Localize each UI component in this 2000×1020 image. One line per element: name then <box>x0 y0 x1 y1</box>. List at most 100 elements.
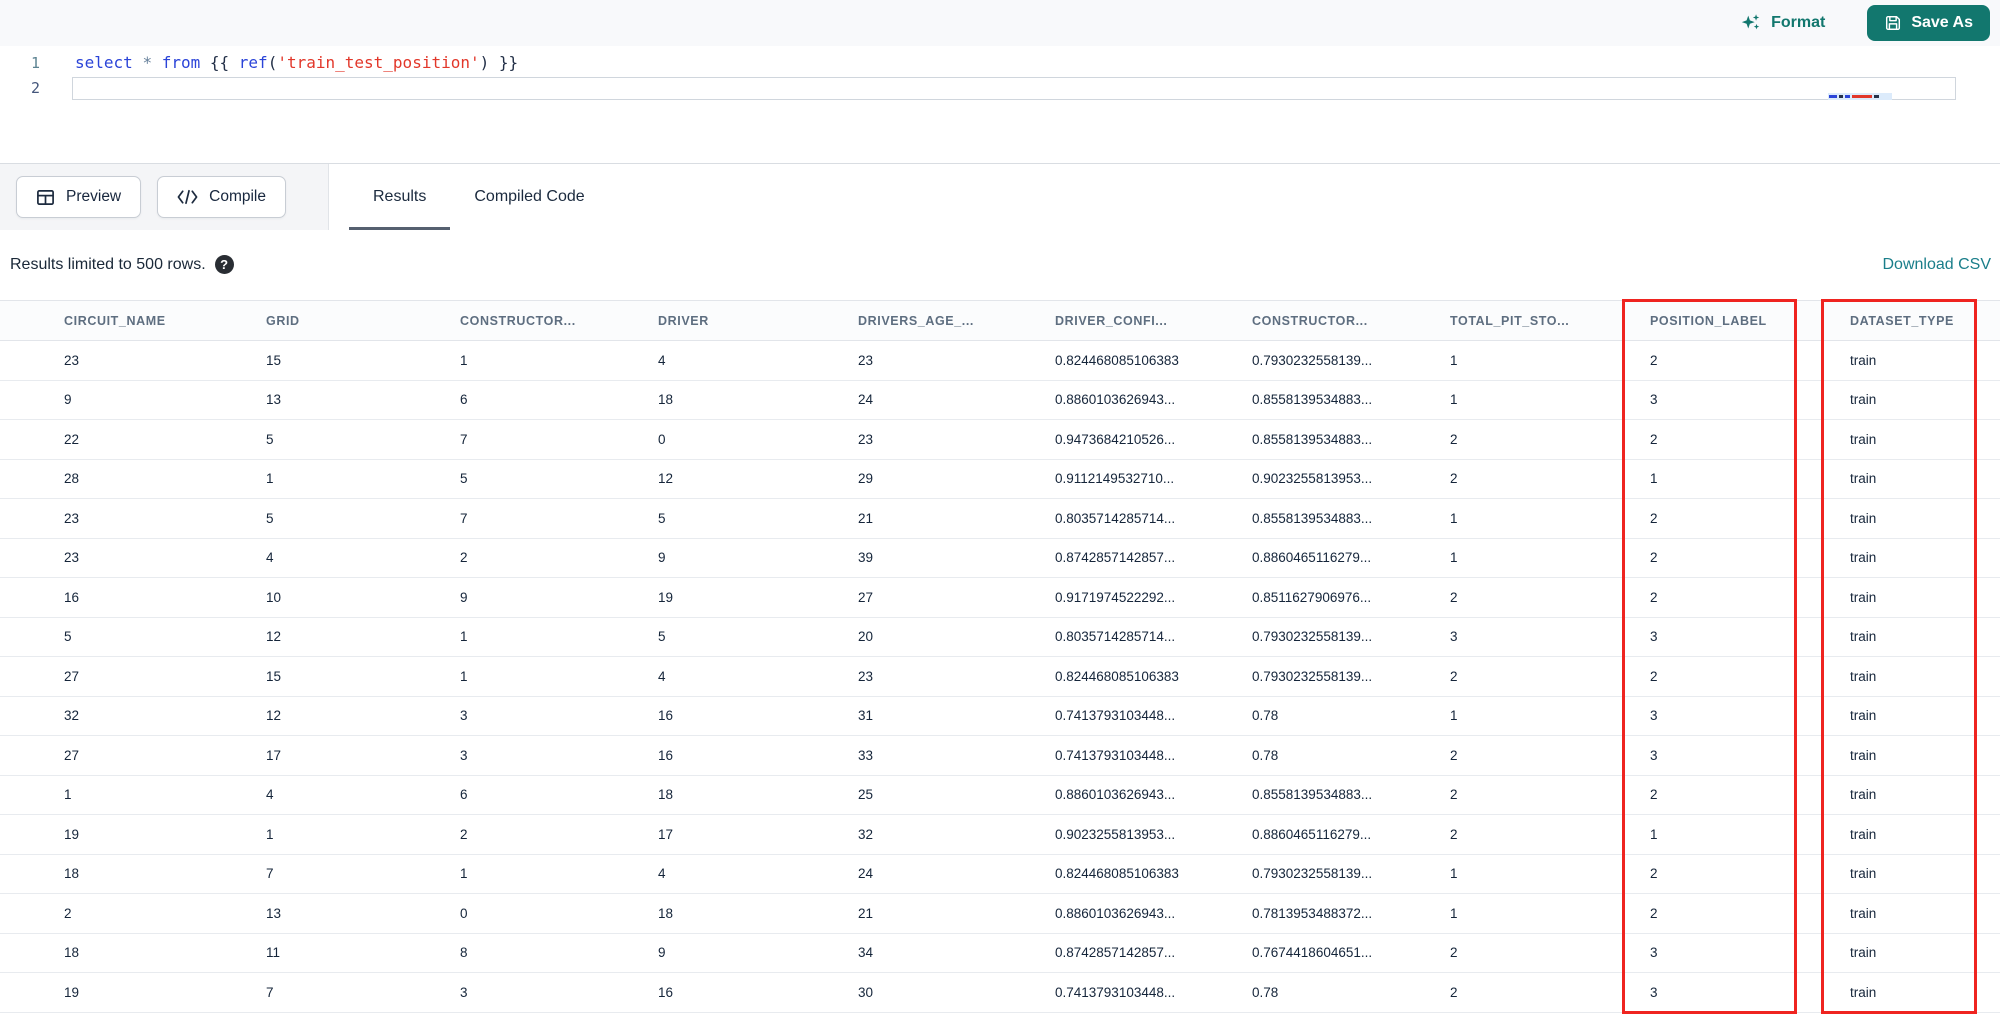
action-tab-strip: Preview Compile Results Compiled Code <box>0 163 2000 230</box>
tab-results[interactable]: Results <box>349 164 451 230</box>
table-cell: 1 <box>460 656 658 697</box>
table-cell: 23 <box>858 419 1055 460</box>
table-cell: 1 <box>1650 459 1850 499</box>
table-cell: 17 <box>658 814 858 855</box>
table-cell: 2 <box>1650 577 1850 618</box>
table-cell: 0.8511627906976... <box>1252 577 1450 618</box>
table-cell: 16 <box>658 696 858 736</box>
table-cell: 2 <box>1450 933 1650 973</box>
table-cell: 0.824468085106383 <box>1055 656 1252 697</box>
download-csv-link[interactable]: Download CSV <box>1883 256 1992 274</box>
table-cell: 1 <box>1450 893 1650 934</box>
preview-button[interactable]: Preview <box>16 176 142 218</box>
table-cell: train <box>1850 340 2000 381</box>
table-cell: 7 <box>460 419 658 460</box>
compile-button[interactable]: Compile <box>157 176 286 218</box>
table-cell: 22 <box>0 419 266 460</box>
table-cell: 3 <box>1650 735 1850 776</box>
editor-minimap[interactable] <box>1828 93 1892 100</box>
table-cell: 1 <box>1450 538 1650 578</box>
table-cell: train <box>1850 814 2000 855</box>
column-header-driver-confi: DRIVER_CONFI... <box>1055 300 1252 341</box>
table-cell: 11 <box>266 933 460 973</box>
table-cell: 0.7413793103448... <box>1055 696 1252 736</box>
table-row: 19 7 3 16 30 0.7413793103448... 0.78 2 3 train <box>0 972 2000 1013</box>
table-cell: 21 <box>858 498 1055 539</box>
table-cell: 4 <box>658 854 858 894</box>
format-button[interactable]: Format <box>1734 11 1831 35</box>
table-row: 5 12 1 5 20 0.8035714285714... 0.7930232558139… <box>0 617 2000 657</box>
table-cell: 4 <box>658 656 858 697</box>
table-cell: 3 <box>1650 617 1850 657</box>
table-cell: 21 <box>858 893 1055 934</box>
table-cell: 5 <box>266 419 460 460</box>
table-cell: 4 <box>266 538 460 578</box>
tab-compiled-code-label: Compiled Code <box>474 188 585 205</box>
save-as-button[interactable]: Save As <box>1867 5 1990 41</box>
table-cell: 4 <box>658 340 858 381</box>
table-row: 9 13 6 18 24 0.8860103626943... 0.855813953488… <box>0 380 2000 420</box>
table-cell: 0.8860465116279... <box>1252 814 1450 855</box>
save-as-button-label: Save As <box>1911 14 1973 31</box>
table-cell: 1 <box>1450 498 1650 539</box>
table-cell: 30 <box>858 972 1055 1013</box>
table-cell: train <box>1850 775 2000 815</box>
table-cell: 0.8558139534883... <box>1252 419 1450 460</box>
table-cell: 5 <box>460 459 658 499</box>
table-cell: 19 <box>658 577 858 618</box>
table-cell: train <box>1850 656 2000 697</box>
column-header-constructor: CONSTRUCTOR... <box>460 300 658 341</box>
table-cell: 0 <box>460 893 658 934</box>
table-cell: 2 <box>1450 419 1650 460</box>
minimap-code-line <box>1828 93 1892 100</box>
table-cell: 16 <box>658 972 858 1013</box>
table-cell: train <box>1850 617 2000 657</box>
table-cell: 2 <box>1450 459 1650 499</box>
table-cell: 2 <box>1450 735 1650 776</box>
table-cell: 0.9023255813953... <box>1055 814 1252 855</box>
table-cell: train <box>1850 854 2000 894</box>
table-cell: 0.78 <box>1252 735 1450 776</box>
table-cell: 0.9171974522292... <box>1055 577 1252 618</box>
editor-toolbar: Format Save As <box>0 0 2000 46</box>
table-cell: 6 <box>460 775 658 815</box>
column-header-circuit-name: CIRCUIT_NAME <box>0 300 266 341</box>
table-cell: 2 <box>1650 656 1850 697</box>
row-limit-text: Results limited to 500 rows. <box>10 255 206 273</box>
table-cell: 2 <box>1650 854 1850 894</box>
sql-editor[interactable]: 1 2 select * from {{ ref('train_test_pos… <box>0 46 2000 163</box>
table-cell: 8 <box>460 933 658 973</box>
help-icon[interactable]: ? <box>214 255 234 274</box>
results-meta-bar: Results limited to 500 rows. ? Download … <box>0 229 2000 300</box>
table-cell: 1 <box>1650 814 1850 855</box>
table-cell: 2 <box>1650 775 1850 815</box>
table-cell: 1 <box>1450 696 1650 736</box>
table-cell: 23 <box>0 538 266 578</box>
table-cell: 2 <box>1450 972 1650 1013</box>
table-cell: 1 <box>460 340 658 381</box>
table-cell: 17 <box>266 735 460 776</box>
code-token: select <box>75 53 133 72</box>
editor-active-line[interactable] <box>72 77 1956 100</box>
table-cell: 0.7674418604651... <box>1252 933 1450 973</box>
tab-compiled-code[interactable]: Compiled Code <box>450 164 608 230</box>
table-cell: train <box>1850 933 2000 973</box>
code-token: ref <box>238 53 268 72</box>
table-cell: 18 <box>658 893 858 934</box>
table-cell: 23 <box>0 340 266 381</box>
table-cell: train <box>1850 893 2000 934</box>
table-cell: 1 <box>1450 380 1650 420</box>
table-cell: 33 <box>858 735 1055 776</box>
table-cell: 23 <box>858 656 1055 697</box>
table-cell: 2 <box>460 538 658 578</box>
table-cell: 23 <box>858 340 1055 381</box>
table-cell: 3 <box>1450 617 1650 657</box>
table-cell: 3 <box>460 972 658 1013</box>
table-cell: 1 <box>266 814 460 855</box>
table-cell: 24 <box>858 380 1055 420</box>
results-table: CIRCUIT_NAME GRID CONSTRUCTOR... DRIVER DRIV… <box>0 300 2000 1013</box>
table-cell: 7 <box>266 972 460 1013</box>
table-cell: 27 <box>0 656 266 697</box>
table-cell: 0.7930232558139... <box>1252 854 1450 894</box>
table-cell: 27 <box>0 735 266 776</box>
